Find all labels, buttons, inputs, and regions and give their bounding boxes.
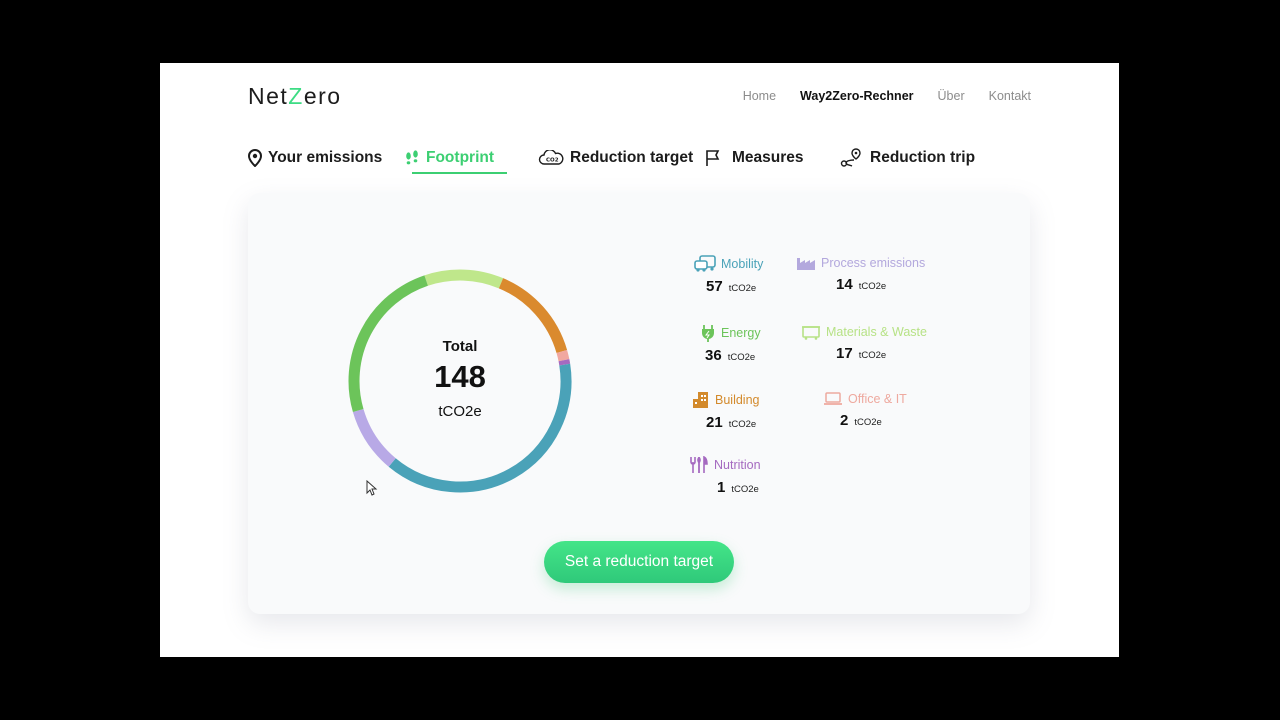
footsteps-icon (406, 150, 418, 165)
category-name: Mobility (721, 257, 764, 271)
category-nutrition[interactable]: Nutrition 1 tCO2e (689, 456, 761, 496)
nav-ueber[interactable]: Über (938, 89, 965, 103)
tab-footprint[interactable]: Footprint (404, 143, 494, 173)
category-name: Nutrition (714, 458, 761, 472)
category-name: Building (715, 393, 760, 407)
donut-center: Total 148 tCO2e (346, 267, 574, 495)
route-icon (840, 148, 861, 167)
factory-icon (797, 258, 815, 270)
logo-text-net: Net (248, 83, 289, 109)
category-value: 57 (706, 278, 723, 295)
logo-text-ero: ero (303, 83, 342, 109)
category-building[interactable]: Building 21 tCO2e (692, 391, 759, 431)
category-energy[interactable]: Energy 36 tCO2e (700, 324, 761, 364)
category-unit: tCO2e (728, 419, 757, 430)
tab-label: Measures (732, 149, 804, 166)
category-name: Energy (721, 326, 761, 340)
tab-measures[interactable]: Measures (704, 143, 804, 173)
location-pin-icon (248, 149, 262, 167)
logo[interactable]: NetZero (248, 83, 342, 110)
cutlery-icon (690, 456, 708, 473)
category-name: Materials & Waste (826, 325, 927, 339)
plug-icon (702, 325, 714, 342)
co2-cloud-icon: CO2 (538, 150, 564, 165)
total-value: 148 (434, 359, 486, 394)
category-materials-waste[interactable]: Materials & Waste 17 tCO2e (801, 324, 927, 362)
svg-text:CO2: CO2 (546, 158, 559, 164)
total-label: Total (442, 338, 478, 355)
flag-icon (706, 150, 720, 166)
tab-your-emissions[interactable]: Your emissions (248, 143, 382, 173)
category-name: Office & IT (848, 392, 907, 406)
tab-label: Footprint (426, 149, 495, 166)
building-icon (693, 392, 708, 408)
nav-home[interactable]: Home (743, 89, 776, 103)
category-value: 14 (836, 276, 853, 293)
container-icon (802, 326, 820, 340)
category-value: 21 (706, 414, 723, 431)
nav-kontakt[interactable]: Kontakt (989, 89, 1031, 103)
active-tab-indicator (412, 172, 507, 174)
vehicles-icon (694, 255, 716, 272)
mouse-cursor-icon (366, 480, 378, 496)
tab-reduction-target[interactable]: CO2 Reduction target (538, 143, 693, 173)
set-reduction-target-button[interactable]: Set a reduction target (544, 541, 734, 583)
category-unit: tCO2e (731, 484, 759, 495)
footprint-card: Total 148 tCO2e Mobility 57 tCO2e Process… (248, 193, 1030, 614)
category-unit: tCO2e (858, 350, 887, 361)
tab-label: Your emissions (268, 149, 383, 166)
browser-page: NetZero Home Way2Zero-Rechner Über Konta… (160, 63, 1119, 657)
category-unit: tCO2e (728, 283, 757, 294)
category-unit: tCO2e (854, 417, 882, 428)
category-unit: tCO2e (727, 352, 756, 363)
tab-label: Reduction trip (870, 149, 976, 166)
category-office-it[interactable]: Office & IT 2 tCO2e (823, 391, 907, 429)
nav-way2zero-rechner[interactable]: Way2Zero-Rechner (800, 89, 913, 103)
category-mobility[interactable]: Mobility 57 tCO2e (694, 255, 763, 295)
laptop-icon (824, 392, 842, 405)
category-value: 1 (717, 479, 726, 496)
category-unit: tCO2e (858, 281, 887, 292)
logo-text-z: Z (288, 83, 304, 109)
top-navigation: Home Way2Zero-Rechner Über Kontakt (743, 89, 1031, 103)
category-value: 17 (836, 345, 853, 362)
category-value: 2 (840, 412, 849, 429)
category-name: Process emissions (821, 256, 926, 270)
tab-label: Reduction target (570, 149, 694, 166)
category-process-emissions[interactable]: Process emissions 14 tCO2e (796, 255, 925, 293)
total-unit: tCO2e (438, 403, 482, 420)
category-value: 36 (705, 347, 722, 364)
tab-reduction-trip[interactable]: Reduction trip (840, 143, 975, 173)
